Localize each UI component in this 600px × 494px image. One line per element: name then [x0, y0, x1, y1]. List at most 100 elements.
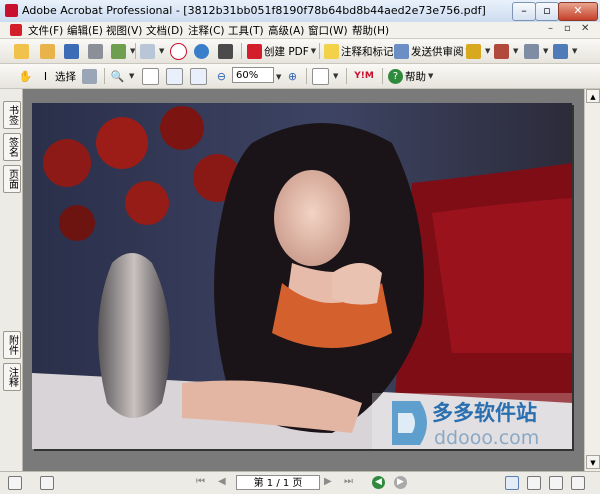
menu-tools[interactable]: 工具(T)	[228, 23, 264, 38]
magnifier-icon: 🔍	[110, 69, 125, 83]
menu-view[interactable]: 视图(V)	[106, 23, 142, 38]
continuous-icon[interactable]	[527, 476, 541, 490]
help-label: 帮助	[405, 70, 426, 83]
zoom-in-button[interactable]: ⊕	[285, 67, 302, 85]
minimize-button[interactable]: –	[512, 2, 536, 21]
acrobat-button[interactable]	[170, 42, 189, 60]
doc-restore-button[interactable]: ▫	[564, 23, 571, 34]
plus-icon: ⊕	[287, 69, 298, 83]
search-button[interactable]	[218, 42, 235, 60]
document-view[interactable]: 多多软件站 ddooo.com	[23, 89, 584, 471]
zoom-out-button[interactable]: ⊖	[214, 67, 231, 85]
select-label: 选择	[55, 70, 76, 83]
maximize-button[interactable]: ▫	[535, 2, 559, 21]
zoom-tool-button[interactable]: 🔍 ▼	[110, 67, 135, 85]
printer-icon	[88, 43, 103, 59]
menu-advanced[interactable]: 高级(A)	[268, 23, 304, 38]
hand-tool-button[interactable]: ✋	[18, 67, 35, 85]
acrobat-logo-icon	[5, 4, 18, 17]
go-back-button[interactable]: ◀	[372, 476, 385, 489]
fit-page-button[interactable]	[166, 67, 185, 85]
forms-icon	[524, 43, 539, 59]
next-page-button[interactable]: ▶	[324, 476, 332, 487]
yahoo-button[interactable]: Y!M	[351, 67, 379, 85]
watermark-brand: 多多软件站	[432, 401, 537, 425]
save-icon	[64, 43, 79, 59]
save-button[interactable]	[64, 42, 81, 60]
vertical-scrollbar[interactable]: ▲ ▼	[584, 89, 600, 471]
continuous-facing-icon[interactable]	[571, 476, 585, 490]
new-document-icon	[14, 43, 29, 59]
globe-icon	[194, 43, 209, 59]
page-layout-icon[interactable]	[8, 476, 22, 490]
go-forward-button[interactable]: ▶	[394, 476, 407, 489]
menu-document[interactable]: 文档(D)	[146, 23, 183, 38]
doc-close-button[interactable]: ✕	[581, 23, 589, 34]
organizer-button[interactable]: ▼	[111, 42, 135, 60]
properties-button[interactable]: ▼	[553, 42, 577, 60]
menu-bar: 文件(F) 编辑(E) 视图(V) 文档(D) 注释(C) 工具(T) 高级(A…	[0, 22, 600, 39]
status-bar: ⏮ ◀ 第 1 / 1 页 ▶ ⏭ ◀ ▶	[0, 471, 600, 494]
fit-width-button[interactable]	[190, 67, 209, 85]
tab-comments[interactable]: 注释	[3, 363, 21, 391]
scroll-down-button[interactable]: ▼	[586, 455, 600, 469]
send-review-button[interactable]: 发送供审阅▼	[394, 42, 471, 60]
window-title: Adobe Acrobat Professional - [3812b31bb0…	[22, 4, 486, 17]
page-icon	[142, 67, 159, 85]
comment-markup-label: 注释和标记	[341, 45, 394, 58]
review-icon	[394, 43, 409, 59]
single-page-icon[interactable]	[505, 476, 519, 490]
web-button[interactable]	[194, 42, 211, 60]
select-tool-button[interactable]: I 选择	[38, 67, 76, 85]
tab-attachments[interactable]: 附件	[3, 331, 21, 359]
zoom-dropdown[interactable]: ▼	[274, 68, 281, 86]
watermark-domain: ddooo.com	[434, 427, 540, 449]
create-pdf-button[interactable]: 创建 PDF ▼	[247, 42, 316, 60]
menu-edit[interactable]: 编辑(E)	[67, 23, 103, 38]
send-review-label: 发送供审阅	[411, 45, 464, 58]
help-button[interactable]: ? 帮助 ▼	[388, 67, 433, 85]
tab-signatures[interactable]: 签名	[3, 133, 21, 161]
camera-icon	[82, 68, 97, 84]
page-number-input[interactable]: 第 1 / 1 页	[236, 475, 320, 490]
facing-icon[interactable]	[549, 476, 563, 490]
rotate-button[interactable]: ▼	[312, 67, 338, 85]
comment-icon	[324, 43, 339, 59]
document-properties-icon[interactable]	[40, 476, 54, 490]
navigation-panel: 书签 签名 页面 附件 注释	[0, 89, 23, 471]
create-button[interactable]	[14, 42, 31, 60]
forms-button[interactable]: ▼	[524, 42, 548, 60]
document-icon	[10, 24, 22, 36]
pdf-icon	[247, 43, 262, 59]
menu-help[interactable]: 帮助(H)	[352, 23, 389, 38]
site-watermark: 多多软件站 ddooo.com	[372, 393, 572, 449]
rotate-icon	[312, 67, 329, 85]
zoom-input[interactable]: 60%	[232, 67, 274, 83]
sign-button[interactable]: ▼	[494, 42, 518, 60]
last-page-button[interactable]: ⏭	[344, 476, 353, 487]
attach-button[interactable]: ▼	[140, 42, 164, 60]
paperclip-icon	[140, 43, 155, 59]
tab-bookmarks[interactable]: 书签	[3, 101, 21, 129]
close-button[interactable]: ✕	[558, 2, 598, 21]
first-page-button[interactable]: ⏮	[196, 476, 205, 487]
doc-minimize-button[interactable]: –	[548, 23, 553, 34]
organizer-icon	[111, 43, 126, 59]
comment-markup-button[interactable]: 注释和标记▼	[324, 42, 401, 60]
fit-width-icon	[190, 67, 207, 85]
tab-pages[interactable]: 页面	[3, 165, 21, 193]
menu-file[interactable]: 文件(F)	[28, 23, 63, 38]
help-icon: ?	[388, 68, 403, 84]
menu-comments[interactable]: 注释(C)	[188, 23, 225, 38]
snapshot-button[interactable]	[82, 67, 99, 85]
scroll-up-button[interactable]: ▲	[586, 89, 600, 103]
actual-size-button[interactable]	[142, 67, 161, 85]
menu-window[interactable]: 窗口(W)	[308, 23, 348, 38]
open-button[interactable]	[40, 42, 57, 60]
create-pdf-label: 创建 PDF	[264, 45, 309, 58]
print-button[interactable]	[88, 42, 105, 60]
secure-button[interactable]: ▼	[466, 42, 490, 60]
minus-icon: ⊖	[216, 69, 227, 83]
previous-page-button[interactable]: ◀	[218, 476, 226, 487]
pdf-page: 多多软件站 ddooo.com	[32, 103, 572, 449]
